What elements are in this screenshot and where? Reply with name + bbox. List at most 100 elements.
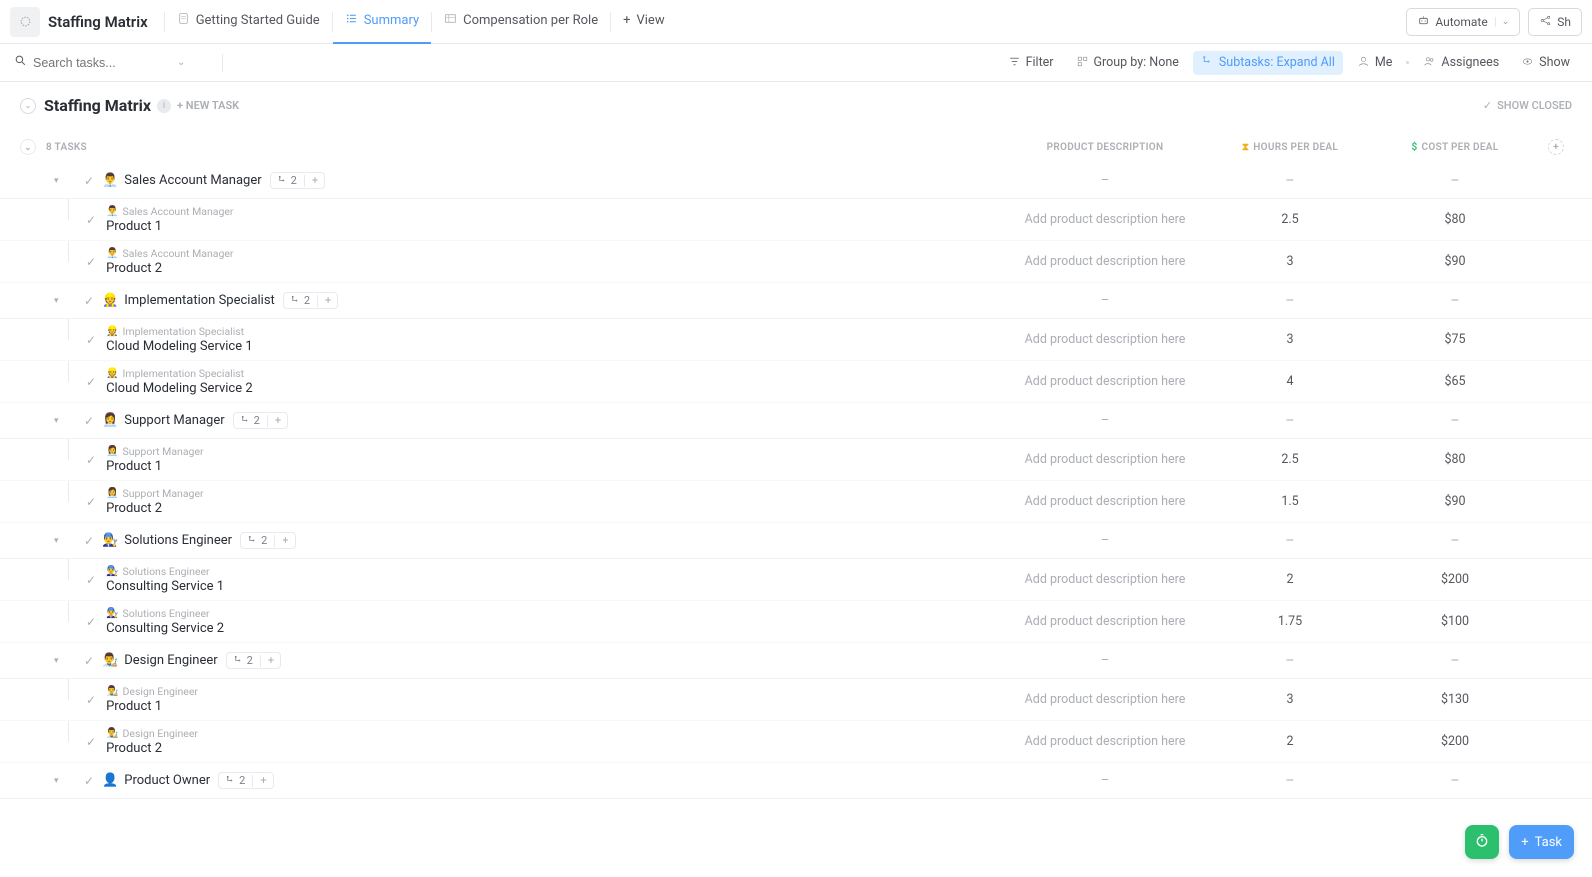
cell-cost[interactable]: $200 bbox=[1370, 734, 1540, 749]
complete-toggle[interactable]: ✓ bbox=[84, 774, 94, 788]
cell-cost[interactable]: $100 bbox=[1370, 614, 1540, 629]
expand-toggle[interactable]: ▾ bbox=[54, 416, 74, 426]
task-row[interactable]: ▾ ✓ 👩‍💼 Support Manager 2 + – – – bbox=[0, 403, 1592, 439]
cell-hours[interactable]: – bbox=[1210, 413, 1370, 429]
cell-hours[interactable]: 2 bbox=[1210, 572, 1370, 587]
cell-hours[interactable]: 2 bbox=[1210, 734, 1370, 749]
complete-toggle[interactable]: ✓ bbox=[84, 414, 94, 428]
subtask-row[interactable]: ✓ 👷 Implementation Specialist Cloud Mode… bbox=[0, 361, 1592, 403]
cell-cost[interactable]: $75 bbox=[1370, 332, 1540, 347]
cell-cost[interactable]: $130 bbox=[1370, 692, 1540, 707]
assignees-button[interactable]: Assignees bbox=[1415, 51, 1507, 75]
expand-toggle[interactable]: ▾ bbox=[54, 656, 74, 666]
cell-desc[interactable]: Add product description here bbox=[1000, 254, 1210, 269]
tab-summary[interactable]: Summary bbox=[333, 0, 431, 44]
subtask-row[interactable]: ✓ 👨‍🎨 Design Engineer Product 2 Add prod… bbox=[0, 721, 1592, 763]
column-header-hours[interactable]: ⧗ HOURS PER DEAL bbox=[1210, 142, 1370, 153]
task-row[interactable]: ▾ ✓ 👤 Product Owner 2 + – – – bbox=[0, 763, 1592, 799]
automate-button[interactable]: Automate ⌄ bbox=[1406, 8, 1520, 36]
cell-desc[interactable]: Add product description here bbox=[1000, 374, 1210, 389]
expand-toggle[interactable]: ▾ bbox=[54, 776, 74, 786]
complete-toggle[interactable]: ✓ bbox=[86, 573, 96, 587]
add-subtask-icon[interactable]: + bbox=[312, 174, 318, 187]
cell-desc[interactable]: Add product description here bbox=[1000, 572, 1210, 587]
add-subtask-icon[interactable]: + bbox=[282, 534, 288, 547]
subtask-row[interactable]: ✓ 👨‍🎨 Design Engineer Product 1 Add prod… bbox=[0, 679, 1592, 721]
cell-cost[interactable]: – bbox=[1370, 173, 1540, 189]
cell-hours[interactable]: 4 bbox=[1210, 374, 1370, 389]
search-input[interactable] bbox=[33, 56, 173, 70]
subtask-count-badge[interactable]: 2 + bbox=[270, 172, 325, 189]
column-header-desc[interactable]: PRODUCT DESCRIPTION bbox=[1000, 142, 1210, 153]
cell-hours[interactable]: – bbox=[1210, 173, 1370, 189]
complete-toggle[interactable]: ✓ bbox=[84, 294, 94, 308]
complete-toggle[interactable]: ✓ bbox=[86, 213, 96, 227]
subtasks-button[interactable]: Subtasks: Expand All bbox=[1193, 51, 1343, 75]
subtask-count-badge[interactable]: 2 + bbox=[218, 772, 273, 789]
add-subtask-icon[interactable]: + bbox=[268, 654, 274, 667]
subtask-row[interactable]: ✓ 👨‍💼 Sales Account Manager Product 2 Ad… bbox=[0, 241, 1592, 283]
column-header-cost[interactable]: $ COST PER DEAL bbox=[1370, 142, 1540, 153]
new-task-fab[interactable]: + Task bbox=[1509, 825, 1574, 859]
cell-desc[interactable]: Add product description here bbox=[1000, 614, 1210, 629]
cell-cost[interactable]: – bbox=[1370, 293, 1540, 309]
cell-hours[interactable]: 1.5 bbox=[1210, 494, 1370, 509]
cell-cost[interactable]: – bbox=[1370, 653, 1540, 669]
tab-compensation[interactable]: Compensation per Role bbox=[432, 0, 610, 44]
cell-cost[interactable]: – bbox=[1370, 533, 1540, 549]
subtask-row[interactable]: ✓ 👷 Implementation Specialist Cloud Mode… bbox=[0, 319, 1592, 361]
app-icon[interactable] bbox=[10, 7, 40, 37]
cell-desc[interactable]: Add product description here bbox=[1000, 452, 1210, 467]
cell-hours[interactable]: 2.5 bbox=[1210, 212, 1370, 227]
cell-hours[interactable]: 3 bbox=[1210, 332, 1370, 347]
add-column-button[interactable]: + bbox=[1548, 139, 1564, 155]
subtask-count-badge[interactable]: 2 + bbox=[226, 652, 281, 669]
task-row[interactable]: ▾ ✓ 👨‍💼 Sales Account Manager 2 + – – – bbox=[0, 163, 1592, 199]
cell-desc[interactable]: – bbox=[1000, 173, 1210, 188]
task-row[interactable]: ▾ ✓ 👷 Implementation Specialist 2 + – – … bbox=[0, 283, 1592, 319]
cell-desc[interactable]: – bbox=[1000, 413, 1210, 428]
complete-toggle[interactable]: ✓ bbox=[86, 693, 96, 707]
complete-toggle[interactable]: ✓ bbox=[86, 375, 96, 389]
cell-hours[interactable]: 3 bbox=[1210, 692, 1370, 707]
complete-toggle[interactable]: ✓ bbox=[86, 333, 96, 347]
complete-toggle[interactable]: ✓ bbox=[84, 174, 94, 188]
complete-toggle[interactable]: ✓ bbox=[86, 453, 96, 467]
show-button[interactable]: Show bbox=[1513, 51, 1578, 75]
cell-desc[interactable]: Add product description here bbox=[1000, 332, 1210, 347]
complete-toggle[interactable]: ✓ bbox=[86, 495, 96, 509]
cell-desc[interactable]: Add product description here bbox=[1000, 692, 1210, 707]
complete-toggle[interactable]: ✓ bbox=[84, 534, 94, 548]
filter-button[interactable]: Filter bbox=[1000, 51, 1062, 75]
subtask-row[interactable]: ✓ 👨‍🔧 Solutions Engineer Consulting Serv… bbox=[0, 601, 1592, 643]
add-subtask-icon[interactable]: + bbox=[260, 774, 266, 787]
complete-toggle[interactable]: ✓ bbox=[86, 255, 96, 269]
cell-desc[interactable]: – bbox=[1000, 773, 1210, 788]
cell-cost[interactable]: $90 bbox=[1370, 254, 1540, 269]
expand-toggle[interactable]: ▾ bbox=[54, 296, 74, 306]
cell-desc[interactable]: – bbox=[1000, 533, 1210, 548]
cell-hours[interactable]: – bbox=[1210, 533, 1370, 549]
task-row[interactable]: ▾ ✓ 👨‍🎨 Design Engineer 2 + – – – bbox=[0, 643, 1592, 679]
cell-desc[interactable]: – bbox=[1000, 293, 1210, 308]
cell-desc[interactable]: – bbox=[1000, 653, 1210, 668]
subtask-row[interactable]: ✓ 👨‍🔧 Solutions Engineer Consulting Serv… bbox=[0, 559, 1592, 601]
share-button[interactable]: Sh bbox=[1528, 8, 1582, 36]
chevron-down-icon[interactable]: ⌄ bbox=[177, 57, 185, 68]
cell-hours[interactable]: 3 bbox=[1210, 254, 1370, 269]
cell-cost[interactable]: – bbox=[1370, 413, 1540, 429]
cell-cost[interactable]: $200 bbox=[1370, 572, 1540, 587]
task-row[interactable]: ▾ ✓ 👨‍🔧 Solutions Engineer 2 + – – – bbox=[0, 523, 1592, 559]
collapse-all-toggle[interactable]: ⌄ bbox=[20, 139, 36, 155]
cell-hours[interactable]: 2.5 bbox=[1210, 452, 1370, 467]
tab-getting-started[interactable]: Getting Started Guide bbox=[165, 0, 332, 44]
subtask-row[interactable]: ✓ 👩‍💼 Support Manager Product 1 Add prod… bbox=[0, 439, 1592, 481]
cell-cost[interactable]: $90 bbox=[1370, 494, 1540, 509]
info-icon[interactable]: i bbox=[157, 99, 171, 113]
cell-hours[interactable]: 1.75 bbox=[1210, 614, 1370, 629]
collapse-toggle[interactable]: ⌄ bbox=[20, 98, 36, 114]
cell-cost[interactable]: – bbox=[1370, 773, 1540, 789]
show-closed-button[interactable]: ✓ SHOW CLOSED bbox=[1483, 99, 1572, 112]
cell-desc[interactable]: Add product description here bbox=[1000, 494, 1210, 509]
cell-hours[interactable]: – bbox=[1210, 773, 1370, 789]
